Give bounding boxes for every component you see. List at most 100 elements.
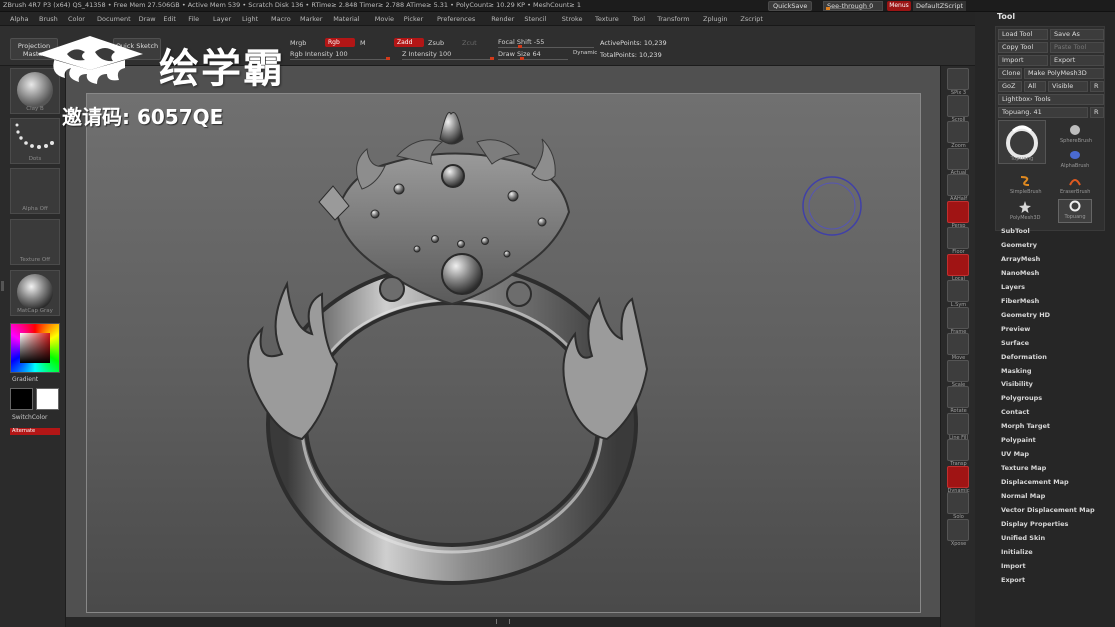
zsub-toggle[interactable]: Zsub bbox=[428, 39, 444, 47]
view-scroll-button[interactable] bbox=[947, 94, 969, 117]
dynamic-toggle[interactable]: Dynamic bbox=[573, 50, 597, 56]
tool-section-import[interactable]: Import bbox=[1001, 562, 1026, 570]
menus-toggle[interactable]: Menus bbox=[887, 1, 911, 11]
menu-marker[interactable]: Marker bbox=[300, 15, 322, 23]
menu-edit[interactable]: Edit bbox=[163, 15, 176, 23]
topuang-tool[interactable]: Topuang bbox=[1058, 199, 1092, 223]
r-button[interactable]: R bbox=[1090, 81, 1104, 92]
menu-layer[interactable]: Layer bbox=[213, 15, 231, 23]
view-move-button[interactable] bbox=[947, 333, 969, 355]
menu-transform[interactable]: Transform bbox=[657, 15, 689, 23]
menu-macro[interactable]: Macro bbox=[271, 15, 291, 23]
tool-section-layers[interactable]: Layers bbox=[1001, 283, 1025, 291]
alternate-button[interactable]: Alternate bbox=[10, 428, 60, 435]
tool-section-surface[interactable]: Surface bbox=[1001, 339, 1029, 347]
menu-preferences[interactable]: Preferences bbox=[437, 15, 475, 23]
view-frame-button[interactable] bbox=[947, 306, 969, 329]
see-through-slider[interactable]: See-through 0 bbox=[823, 1, 883, 11]
quicksave-button[interactable]: QuickSave bbox=[768, 1, 813, 11]
view-actual-button[interactable] bbox=[947, 147, 969, 170]
menu-stroke[interactable]: Stroke bbox=[562, 15, 583, 23]
alpha-thumbnail[interactable]: Alpha Off bbox=[10, 168, 60, 214]
menu-zscript[interactable]: Zscript bbox=[740, 15, 763, 23]
save-as-button[interactable]: Save As bbox=[1050, 29, 1104, 40]
copy-tool-button[interactable]: Copy Tool bbox=[998, 42, 1048, 53]
menu-tool[interactable]: Tool bbox=[632, 15, 645, 23]
current-tool-thumbnail[interactable]: Topuang bbox=[998, 120, 1046, 164]
tool-section-displacement-map[interactable]: Displacement Map bbox=[1001, 478, 1069, 486]
tool-section-masking[interactable]: Masking bbox=[1001, 367, 1032, 375]
m-toggle[interactable]: M bbox=[360, 39, 366, 47]
lightbox-tools-button[interactable]: Lightbox› Tools bbox=[998, 94, 1104, 105]
view-floor-button[interactable] bbox=[947, 227, 969, 249]
zadd-toggle[interactable]: Zadd bbox=[394, 38, 424, 47]
switch-color-button[interactable]: SwitchColor bbox=[12, 414, 48, 421]
menu-zplugin[interactable]: Zplugin bbox=[703, 15, 728, 23]
all-button[interactable]: All bbox=[1024, 81, 1046, 92]
draw-size-knob[interactable] bbox=[520, 57, 524, 60]
menu-alpha[interactable]: Alpha bbox=[10, 15, 28, 23]
view-xpose-button[interactable] bbox=[947, 518, 969, 541]
view-l-sym-button[interactable] bbox=[947, 280, 969, 302]
tool-section-export[interactable]: Export bbox=[1001, 576, 1025, 584]
tool-section-polypaint[interactable]: Polypaint bbox=[1001, 436, 1036, 444]
bottom-tray-grip[interactable] bbox=[496, 619, 510, 624]
clone-button[interactable]: Clone bbox=[998, 68, 1022, 79]
view-line-fill-button[interactable] bbox=[947, 412, 969, 435]
secondary-color-swatch[interactable] bbox=[36, 388, 59, 410]
tool-section-normal-map[interactable]: Normal Map bbox=[1001, 492, 1045, 500]
tool-section-preview[interactable]: Preview bbox=[1001, 325, 1030, 333]
menu-color[interactable]: Color bbox=[68, 15, 85, 23]
tool-section-display-properties[interactable]: Display Properties bbox=[1001, 520, 1068, 528]
material-thumbnail[interactable]: MatCap Gray bbox=[10, 270, 60, 316]
z-intensity-knob[interactable] bbox=[490, 57, 494, 60]
menu-movie[interactable]: Movie bbox=[375, 15, 394, 23]
main-color-swatch[interactable] bbox=[10, 388, 33, 410]
simplebrush-tool[interactable]: SimpleBrush bbox=[1010, 175, 1042, 195]
view-transp-button[interactable] bbox=[947, 439, 969, 461]
menu-texture[interactable]: Texture bbox=[595, 15, 619, 23]
current-tool-slider[interactable]: Topuang. 41 bbox=[998, 107, 1088, 118]
view-solo-button[interactable] bbox=[947, 492, 969, 514]
tool-section-initialize[interactable]: Initialize bbox=[1001, 548, 1033, 556]
menu-material[interactable]: Material bbox=[333, 15, 359, 23]
view-scale-button[interactable] bbox=[947, 359, 969, 382]
tool-section-deformation[interactable]: Deformation bbox=[1001, 353, 1047, 361]
menu-render[interactable]: Render bbox=[491, 15, 514, 23]
menu-light[interactable]: Light bbox=[242, 15, 258, 23]
tool-section-subtool[interactable]: SubTool bbox=[1001, 227, 1030, 235]
tool-section-texture-map[interactable]: Texture Map bbox=[1001, 464, 1046, 472]
view-aahalf-button[interactable] bbox=[947, 174, 969, 196]
tool-section-visibility[interactable]: Visibility bbox=[1001, 380, 1033, 388]
color-picker[interactable] bbox=[10, 323, 60, 373]
tool-section-vector-displacement-map[interactable]: Vector Displacement Map bbox=[1001, 506, 1095, 514]
export-button[interactable]: Export bbox=[1050, 55, 1104, 66]
r-button-2[interactable]: R bbox=[1090, 107, 1104, 118]
tool-section-morph-target[interactable]: Morph Target bbox=[1001, 422, 1050, 430]
tool-section-geometry[interactable]: Geometry bbox=[1001, 241, 1037, 249]
load-tool-button[interactable]: Load Tool bbox=[998, 29, 1048, 40]
left-tray-handle[interactable] bbox=[1, 281, 4, 291]
view-spix-3-button[interactable] bbox=[947, 68, 969, 90]
goz-button[interactable]: GoZ bbox=[998, 81, 1022, 92]
tool-section-fibermesh[interactable]: FiberMesh bbox=[1001, 297, 1039, 305]
view-dynamic-button[interactable] bbox=[947, 465, 969, 488]
stroke-thumbnail[interactable]: Dots bbox=[10, 118, 60, 164]
rgb-toggle[interactable]: Rgb bbox=[325, 38, 355, 47]
tool-section-contact[interactable]: Contact bbox=[1001, 408, 1029, 416]
document-canvas[interactable] bbox=[86, 93, 921, 613]
tool-section-geometry-hd[interactable]: Geometry HD bbox=[1001, 311, 1050, 319]
menu-draw[interactable]: Draw bbox=[139, 15, 156, 23]
texture-thumbnail[interactable]: Texture Off bbox=[10, 219, 60, 265]
make-polymesh-button[interactable]: Make PolyMesh3D bbox=[1024, 68, 1104, 79]
view-persp-button[interactable] bbox=[947, 200, 969, 223]
rgb-intensity-knob[interactable] bbox=[386, 57, 390, 60]
menu-file[interactable]: File bbox=[188, 15, 199, 23]
alphabrush-tool[interactable]: AlphaBrush bbox=[1060, 149, 1090, 169]
menu-picker[interactable]: Picker bbox=[404, 15, 423, 23]
tool-section-unified-skin[interactable]: Unified Skin bbox=[1001, 534, 1045, 542]
eraserbrush-tool[interactable]: EraserBrush bbox=[1060, 175, 1090, 195]
view-local-button[interactable] bbox=[947, 253, 969, 276]
zcut-toggle[interactable]: Zcut bbox=[462, 39, 477, 47]
tool-section-nanomesh[interactable]: NanoMesh bbox=[1001, 269, 1039, 277]
